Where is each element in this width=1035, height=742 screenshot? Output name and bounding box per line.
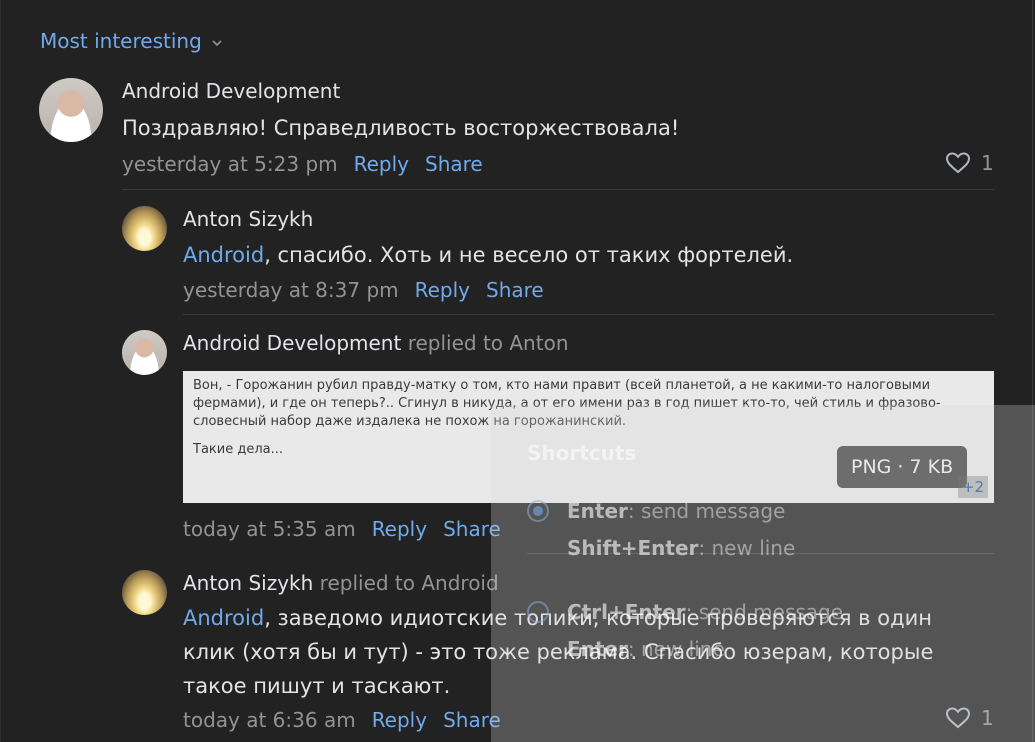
chevron-down-icon [212,40,222,47]
shortcut-option-enter[interactable]: Enter: send message [567,499,785,523]
share-button[interactable]: Share [486,278,544,302]
shortcuts-title: Shortcuts [527,441,637,465]
mention-link[interactable]: Android [183,606,264,630]
comment-author[interactable]: Anton Sizykh [183,207,313,231]
reply-button[interactable]: Reply [372,517,427,541]
comment-time[interactable]: yesterday at 5:23 pm [122,152,338,176]
replied-to[interactable]: replied to Android [320,571,499,595]
comment-author[interactable]: Android Development [122,79,340,103]
divider [183,314,994,315]
comment-time[interactable]: today at 6:36 am [183,708,356,732]
comment-text: Android, спасибо. Хоть и не весело от та… [183,243,794,267]
comment-meta: today at 6:36 am Reply Share [183,708,501,732]
shortcut-radio-enter[interactable] [527,500,549,522]
comment-meta: today at 5:35 am Reply Share [183,517,501,541]
shortcut-radio-ctrl-enter[interactable] [527,601,549,623]
avatar[interactable] [122,206,167,251]
share-button[interactable]: Share [425,152,483,176]
shortcut-option-ctrl-enter[interactable]: Ctrl+Enter: send message [567,600,843,624]
like-count: 1 [981,151,994,175]
divider [122,189,994,190]
comment-author: Android Development replied to Anton [183,331,569,355]
comment-text: Поздравляю! Справедливость восторжествов… [122,116,680,140]
shortcut-option-ctrl-enter-sub: Enter: new line [567,637,725,661]
avatar[interactable] [122,570,167,615]
author-name[interactable]: Android Development [183,331,401,355]
avatar[interactable] [122,330,167,375]
avatar[interactable] [39,78,103,142]
file-type-badge: PNG · 7 KB [837,446,968,488]
like-button[interactable]: 1 [945,151,994,175]
shortcut-option-enter-sub: Shift+Enter: new line [567,536,796,560]
mention-link[interactable]: Android [183,243,264,267]
reply-button[interactable]: Reply [354,152,409,176]
reply-button[interactable]: Reply [372,708,427,732]
author-name[interactable]: Anton Sizykh [183,571,313,595]
replied-to[interactable]: replied to Anton [408,331,569,355]
reply-button[interactable]: Reply [415,278,470,302]
heart-icon [945,152,971,174]
comment-meta: yesterday at 5:23 pm Reply Share [122,152,483,176]
comment-time[interactable]: yesterday at 8:37 pm [183,278,399,302]
comment-author: Anton Sizykh replied to Android [183,571,499,595]
divider [527,553,995,554]
sort-label: Most interesting [40,29,202,53]
comment-meta: yesterday at 8:37 pm Reply Share [183,278,544,302]
comment-time[interactable]: today at 5:35 am [183,517,356,541]
sort-dropdown[interactable]: Most interesting [40,29,222,53]
more-attachments-counter[interactable]: +2 [958,476,988,498]
